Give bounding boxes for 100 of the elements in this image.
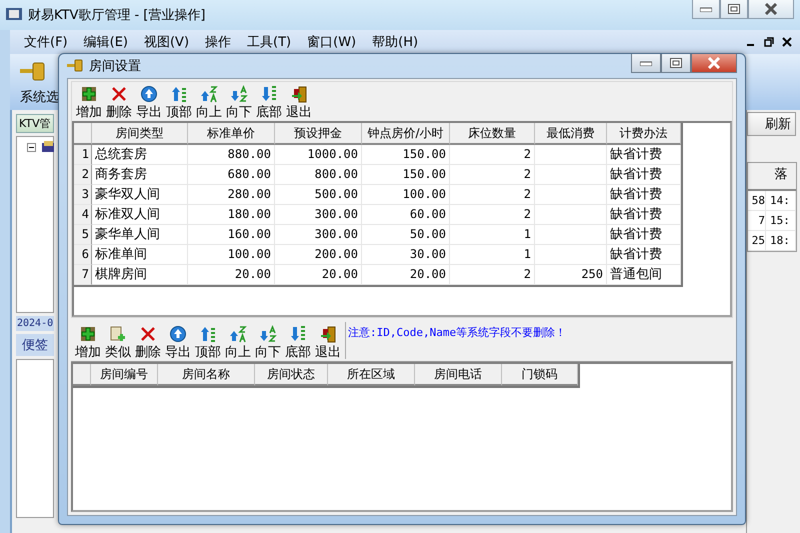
restore-icon[interactable] <box>764 37 774 47</box>
column-header[interactable]: 门锁码 <box>502 364 578 386</box>
close-button[interactable] <box>691 54 737 73</box>
hammer-icon <box>20 62 46 82</box>
maximize-button[interactable] <box>661 54 691 73</box>
menu-item[interactable]: 帮助(H) <box>364 33 426 51</box>
row-number: 3 <box>74 185 92 205</box>
column-header[interactable]: 床位数量 <box>450 123 535 145</box>
table-cell <box>535 185 607 205</box>
table-cell: 58 <box>748 191 766 211</box>
menu-item[interactable]: 视图(V) <box>136 33 198 51</box>
menu-item[interactable]: 编辑(E) <box>76 33 136 51</box>
toolbar-button[interactable]: 退出 <box>313 325 343 361</box>
menu-item[interactable]: 操作 <box>197 33 240 51</box>
table-cell: 缺省计费 <box>607 145 681 165</box>
toolbar-button[interactable]: 增加 <box>73 325 103 361</box>
collapse-icon[interactable] <box>27 143 36 152</box>
table-cell: 7 <box>748 211 766 231</box>
column-header[interactable]: 标准单价 <box>188 123 275 145</box>
toolbar-button[interactable]: 导出 <box>134 85 164 121</box>
table-cell: 100.00 <box>362 185 450 205</box>
menu-item[interactable]: 工具(T) <box>239 33 300 51</box>
table-cell: 缺省计费 <box>607 185 681 205</box>
grid-corner <box>73 364 91 386</box>
table-cell: 20.00 <box>275 265 362 285</box>
add-icon <box>79 325 97 343</box>
menu-item[interactable]: 窗口(W) <box>299 33 364 51</box>
table-cell: 2 <box>450 185 535 205</box>
toolbar-button[interactable]: 向上 <box>223 325 253 361</box>
table-cell: 棋牌房间 <box>92 265 188 285</box>
row-number: 1 <box>74 145 92 165</box>
table-cell: 680.00 <box>188 165 275 185</box>
column-header[interactable]: 房间类型 <box>92 123 188 145</box>
table-cell: 500.00 <box>275 185 362 205</box>
maximize-icon <box>728 4 740 14</box>
close-button[interactable] <box>748 0 794 19</box>
toolbar-button[interactable]: 向上 <box>194 85 224 121</box>
up-icon <box>229 325 247 343</box>
toolbar-button[interactable]: 退出 <box>284 85 314 121</box>
table-cell: 150.00 <box>362 165 450 185</box>
panel-tab[interactable]: 便签 <box>16 334 54 356</box>
column-header[interactable]: 房间状态 <box>255 364 328 386</box>
column-header[interactable]: 计费办法 <box>607 123 681 145</box>
table-cell: 2 <box>450 205 535 225</box>
table-cell: 普通包间 <box>607 265 681 285</box>
column-header[interactable]: 落 <box>766 163 796 191</box>
table-cell: 标准单间 <box>92 245 188 265</box>
column-header[interactable]: 房间电话 <box>415 364 502 386</box>
date-field[interactable]: 2024-0 <box>16 316 54 331</box>
minimize-button[interactable] <box>692 0 720 19</box>
table-cell <box>535 165 607 185</box>
column-header[interactable]: 预设押金 <box>275 123 362 145</box>
maximize-button[interactable] <box>720 0 748 19</box>
table-cell: 25 <box>748 231 766 251</box>
column-header[interactable]: 钟点房价/小时 <box>362 123 450 145</box>
close-icon[interactable] <box>782 37 792 47</box>
table-cell: 1 <box>450 225 535 245</box>
refresh-button[interactable]: 刷新 <box>747 112 796 136</box>
menu-item[interactable]: 文件(F) <box>16 33 76 51</box>
down-icon <box>230 85 248 103</box>
column-header[interactable]: 所在区域 <box>328 364 415 386</box>
toolbar-button[interactable]: 底部 <box>283 325 313 361</box>
bottom-icon <box>260 85 278 103</box>
table-cell: 15: <box>766 211 796 231</box>
column-header[interactable] <box>748 163 766 191</box>
table-cell: 250 <box>535 265 607 285</box>
maximize-icon <box>670 58 682 68</box>
table-cell: 180.00 <box>188 205 275 225</box>
table-cell: 标准双人间 <box>92 205 188 225</box>
table-cell <box>535 245 607 265</box>
table-cell: 30.00 <box>362 245 450 265</box>
toolbar-button[interactable]: 删除 <box>133 325 163 361</box>
column-header[interactable]: 房间编号 <box>91 364 158 386</box>
table-cell: 缺省计费 <box>607 225 681 245</box>
window-title: 财易KTV歌厅管理 - [营业操作] <box>28 7 206 24</box>
toolbar-button[interactable]: 系统选 <box>20 62 59 106</box>
panel-tab[interactable]: KTV管 <box>16 114 54 133</box>
toolbar-button[interactable]: 向下 <box>253 325 283 361</box>
exit-icon <box>319 325 337 343</box>
toolbar-button[interactable]: 增加 <box>74 85 104 121</box>
toolbar-button[interactable]: 向下 <box>224 85 254 121</box>
toolbar-button[interactable]: 删除 <box>104 85 134 121</box>
table-cell: 50.00 <box>362 225 450 245</box>
table-cell: 缺省计费 <box>607 165 681 185</box>
table-cell: 200.00 <box>275 245 362 265</box>
toolbar-button[interactable]: 顶部 <box>164 85 194 121</box>
minimize-button[interactable] <box>631 54 661 73</box>
column-header[interactable]: 房间名称 <box>158 364 255 386</box>
delete-icon <box>139 325 157 343</box>
toolbar-button[interactable]: 导出 <box>163 325 193 361</box>
table-cell: 20.00 <box>362 265 450 285</box>
table-cell: 豪华双人间 <box>92 185 188 205</box>
column-header[interactable]: 最低消费 <box>535 123 607 145</box>
row-number: 4 <box>74 205 92 225</box>
toolbar-button[interactable]: 顶部 <box>193 325 223 361</box>
notes-area[interactable] <box>16 359 54 518</box>
hammer-icon <box>67 59 83 73</box>
copy-icon <box>109 325 127 343</box>
toolbar-button[interactable]: 底部 <box>254 85 284 121</box>
toolbar-button[interactable]: 类似 <box>103 325 133 361</box>
